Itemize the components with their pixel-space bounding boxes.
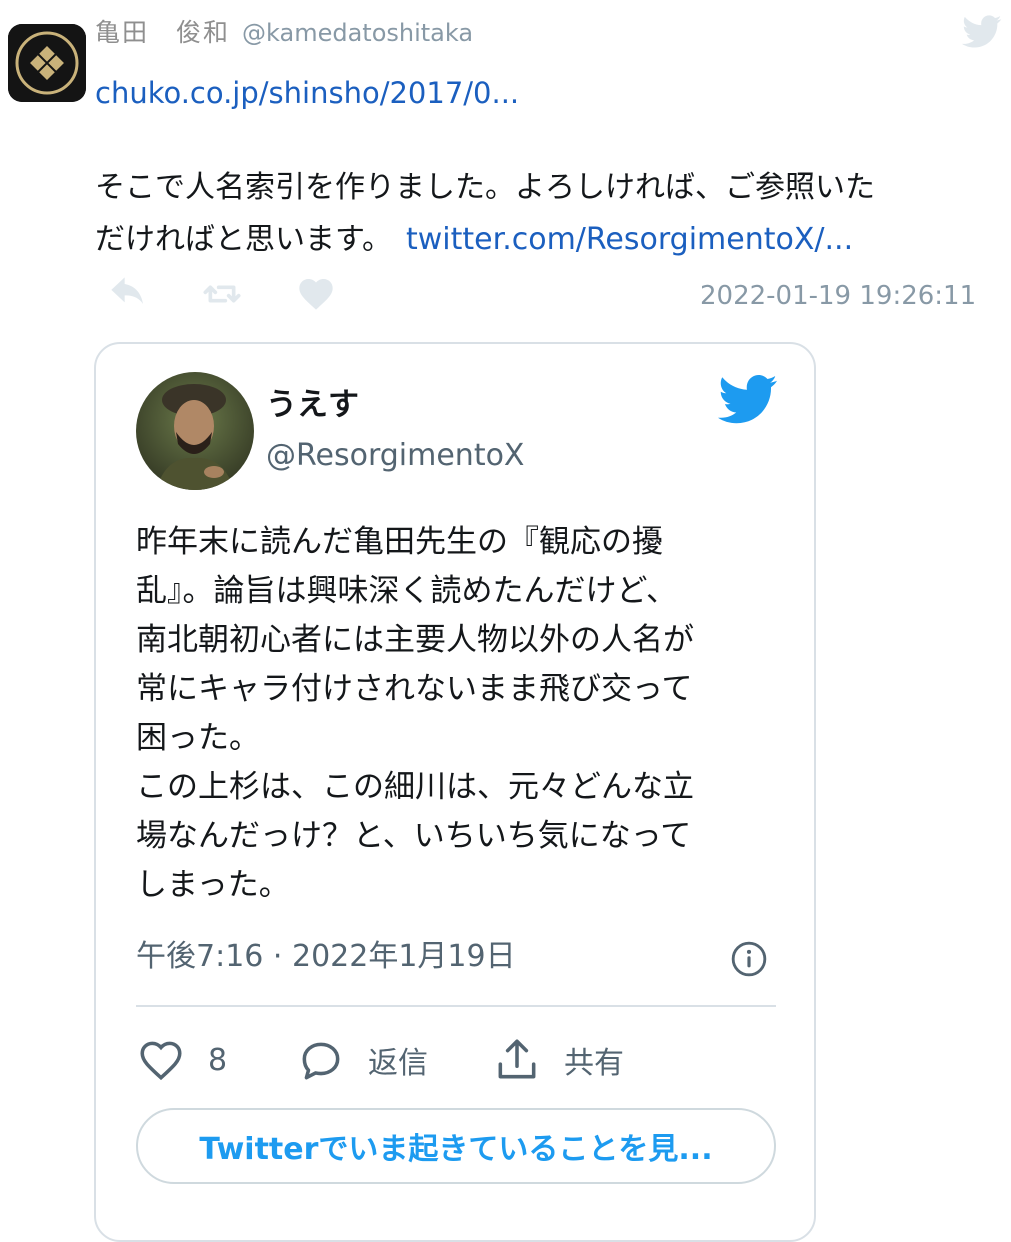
author-name[interactable]: 亀田 俊和 (95, 18, 230, 47)
embedded-body-line: 場なんだっけ？と、いちいち気になって (136, 818, 692, 854)
tweet-url-link[interactable]: chuko.co.jp/shinsho/2017/0... (95, 76, 519, 110)
author-line: 亀田 俊和 @kamedatoshitaka (95, 14, 473, 52)
reply-icon[interactable] (108, 274, 148, 314)
info-icon[interactable] (730, 940, 768, 978)
embedded-author-avatar[interactable] (136, 372, 254, 490)
tweet-text: そこで人名索引を作りました。よろしければ、ご参照いた だければと思います。 twi… (95, 162, 1005, 266)
embedded-body-line: 南北朝初心者には主要人物以外の人名が (136, 622, 694, 658)
embedded-body-line: 常にキャラ付けされないまま飛び交って (136, 671, 693, 707)
share-label: 共有 (564, 1046, 624, 1081)
divider (136, 1005, 776, 1007)
embedded-time[interactable]: 午後7:16 · 2022年1月19日 (136, 934, 516, 980)
embedded-actions: 8 返信 共有 (136, 1030, 776, 1090)
embedded-display-name[interactable]: うえす (266, 381, 359, 429)
inline-tweet-link[interactable]: twitter.com/ResorgimentoX/... (406, 222, 853, 257)
embedded-body-line: 困った。 (136, 720, 260, 756)
read-more-button[interactable]: Twitterでいま起きていることを見... (136, 1108, 776, 1184)
heart-icon[interactable] (296, 274, 336, 314)
embedded-tweet-body: 昨年末に読んだ亀田先生の『観応の擾 乱』。論旨は興味深く読めたんだけど、 南北朝… (136, 518, 776, 910)
twitter-bird-icon[interactable] (962, 15, 1002, 49)
family-crest-icon (8, 24, 86, 102)
tweet-text-line: だければと思います。 twitter.com/ResorgimentoX/... (95, 214, 1005, 266)
embedded-handle[interactable]: @ResorgimentoX (266, 433, 525, 479)
tweet-timestamp: 2022-01-19 19:26:11 (700, 281, 977, 311)
embedded-body-line: この上杉は、この細川は、元々どんな立 (136, 769, 694, 805)
comment-bubble-icon (302, 1042, 340, 1080)
share-icon (498, 1039, 536, 1079)
heart-outline-icon (140, 1041, 182, 1081)
embedded-body-line: しまった。 (136, 867, 290, 903)
profile-photo-icon (136, 372, 254, 490)
reply-button[interactable]: 返信 (296, 1030, 428, 1090)
share-button[interactable]: 共有 (492, 1030, 624, 1090)
tweet-text-fragment: だければと思います。 (95, 222, 392, 257)
like-button[interactable]: 8 (136, 1030, 227, 1090)
like-count: 8 (208, 1042, 228, 1078)
embedded-body-line: 乱』。論旨は興味深く読めたんだけど、 (136, 573, 677, 609)
embedded-body-line: 昨年末に読んだ亀田先生の『観応の擾 (136, 524, 663, 560)
tweet-text-line: そこで人名索引を作りました。よろしければ、ご参照いた (95, 170, 875, 205)
reply-label: 返信 (368, 1046, 428, 1081)
author-avatar[interactable] (8, 24, 86, 102)
retweet-icon[interactable] (202, 274, 242, 314)
twitter-bird-icon[interactable] (718, 374, 778, 426)
author-handle[interactable]: @kamedatoshitaka (242, 19, 473, 47)
tweet-url-link-row: chuko.co.jp/shinsho/2017/0... (95, 68, 519, 118)
